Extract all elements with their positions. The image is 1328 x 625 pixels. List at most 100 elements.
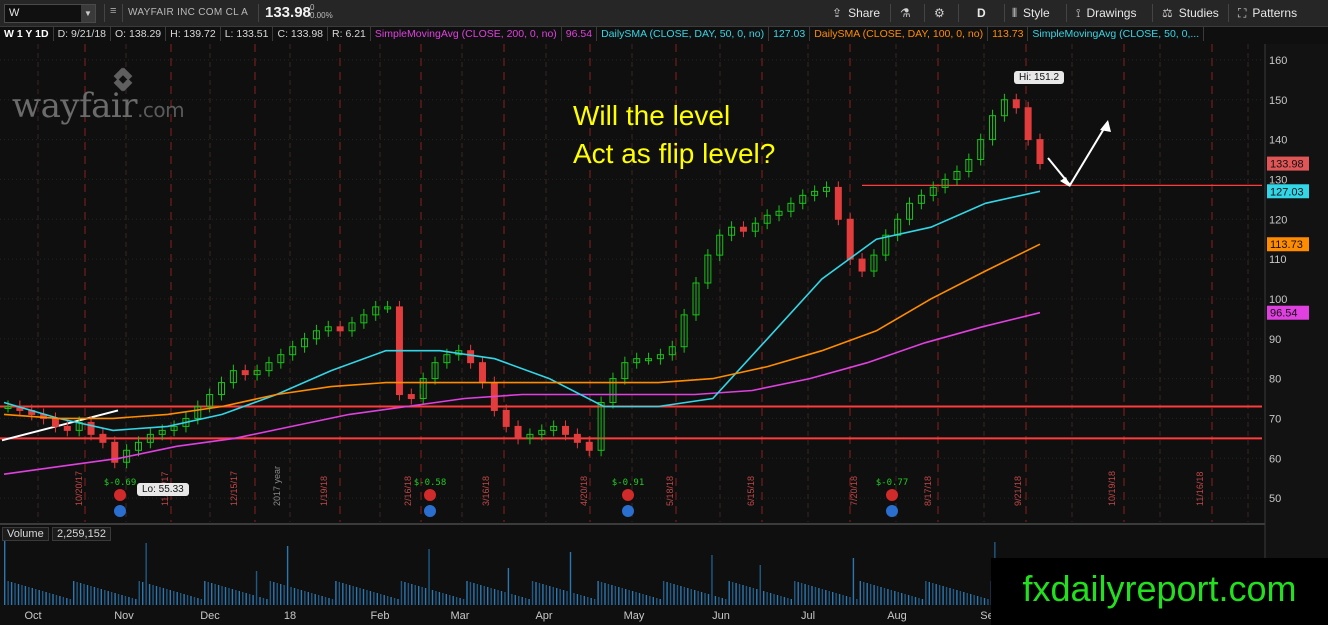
volume-bar-170 xyxy=(590,598,592,605)
x-tick-label-6: Apr xyxy=(535,610,552,622)
volume-bar-269 xyxy=(932,583,934,605)
style-button[interactable]: ⫴ Style xyxy=(1012,4,1050,22)
candle-body-39 xyxy=(467,350,475,364)
studies-button[interactable]: ⚖ Studies xyxy=(1162,4,1219,22)
volume-bar-64 xyxy=(224,587,227,605)
volume-bar-8 xyxy=(31,588,33,605)
volume-bar-200 xyxy=(694,590,696,605)
info-icon-2 xyxy=(622,505,634,517)
volume-bar-277 xyxy=(959,591,962,605)
candle-body-48 xyxy=(573,433,581,443)
info-icon-1 xyxy=(424,505,436,517)
volume-bar-74 xyxy=(259,597,261,605)
sma50b-label[interactable]: SimpleMovingAvg (CLOSE, 50, 0,... xyxy=(1028,27,1205,41)
volume-bar-91 xyxy=(317,595,320,605)
volume-bar-161 xyxy=(559,589,561,605)
volume-label[interactable]: Volume xyxy=(2,527,49,541)
volume-bar-202 xyxy=(700,592,703,605)
high-label-tag: Hi: 151.2 xyxy=(1014,71,1065,84)
volume-bar-176 xyxy=(611,585,613,605)
candle-body-20 xyxy=(241,370,249,376)
sma200-label[interactable]: SimpleMovingAvg (CLOSE, 200, 0, no) xyxy=(371,27,562,41)
symbol-value[interactable]: W xyxy=(9,7,19,19)
share-button[interactable]: ⇪ Share xyxy=(832,4,880,22)
date-label-5: 2/16/18 xyxy=(403,476,413,506)
volume-bar-150 xyxy=(521,597,523,605)
volume-bar-18 xyxy=(66,598,68,605)
volume-bar-270 xyxy=(935,584,937,605)
bars-icon[interactable]: ≡ xyxy=(110,5,116,17)
timeframe-button[interactable]: D xyxy=(977,4,986,22)
volume-bar-283 xyxy=(980,597,982,605)
candlestick-icon: ⫴ xyxy=(1012,6,1018,20)
volume-bar-62 xyxy=(217,585,220,605)
volume-bar-274 xyxy=(949,588,951,605)
price-chart[interactable]: 5060708090100110120130140150160Oct Nov Dec… xyxy=(0,0,1328,625)
volume-bar-121 xyxy=(421,587,423,605)
volume-bar-67 xyxy=(235,590,237,605)
volume-bar-34 xyxy=(121,595,123,605)
volume-bar-271 xyxy=(938,585,941,605)
x-tick-label-9: Jul xyxy=(801,610,815,622)
period-label[interactable]: W 1 Y 1D xyxy=(0,27,54,41)
volume-bar-4 xyxy=(17,584,20,605)
volume-value: 2,259,152 xyxy=(52,527,111,541)
y-tick-label-11: 160 xyxy=(1269,55,1287,67)
sma50-value: 127.03 xyxy=(769,27,811,41)
y-tick-label-1: 60 xyxy=(1269,453,1281,465)
candle-body-40 xyxy=(478,362,486,384)
sma100-label[interactable]: DailySMA (CLOSE, DAY, 100, 0, no) xyxy=(810,27,989,41)
drawings-label: Drawings xyxy=(1086,6,1137,20)
date-label-6: 3/16/18 xyxy=(481,476,491,506)
volume-bar-145 xyxy=(504,592,506,605)
volume-bar-222 xyxy=(769,593,772,605)
volume-bar-131 xyxy=(455,597,458,605)
volume-bar-223 xyxy=(773,594,775,605)
candle-body-49 xyxy=(585,441,593,451)
date-label-9: 6/15/18 xyxy=(746,476,756,506)
price-tag-2: 113.73 xyxy=(1270,239,1303,251)
studies-label: Studies xyxy=(1178,6,1219,20)
settings-button[interactable]: ⚙ xyxy=(934,4,951,22)
date-label: D: 9/21/18 xyxy=(54,27,112,41)
volume-bar-132 xyxy=(459,598,461,605)
volume-bar-119 xyxy=(414,585,416,605)
volume-bar-168 xyxy=(583,596,585,605)
volume-bar-41 xyxy=(145,543,147,605)
volume-bar-53 xyxy=(186,595,189,605)
volume-bar-101 xyxy=(352,586,354,605)
volume-bar-47 xyxy=(166,589,168,605)
logo-suffix: .com xyxy=(137,98,185,122)
volume-bar-2 xyxy=(10,582,13,605)
volume-bar-105 xyxy=(366,590,368,605)
drawings-button[interactable]: ⟟ Drawings xyxy=(1076,4,1136,22)
volume-bar-263 xyxy=(911,596,913,605)
wayfair-logo: wayfair.com xyxy=(12,86,185,126)
divider xyxy=(890,4,891,22)
volume-bar-112 xyxy=(390,597,392,605)
volume-bar-248 xyxy=(859,581,861,605)
volume-bar-199 xyxy=(690,589,692,605)
volume-bar-238 xyxy=(825,590,827,605)
candle-body-43 xyxy=(514,425,522,439)
volume-bar-127 xyxy=(442,593,444,605)
volume-bar-240 xyxy=(832,592,834,605)
volume-bar-85 xyxy=(297,589,299,605)
volume-bar-201 xyxy=(697,591,699,605)
volume-bar-154 xyxy=(535,582,537,605)
flask-button[interactable]: ⚗ xyxy=(900,4,917,22)
y-tick-label-7: 120 xyxy=(1269,214,1287,226)
candle-body-70 xyxy=(834,186,842,220)
chevron-down-icon[interactable]: ▼ xyxy=(81,5,95,22)
volume-bar-257 xyxy=(890,590,893,605)
sma50-label[interactable]: DailySMA (CLOSE, DAY, 50, 0, no) xyxy=(597,27,770,41)
dividend-label-1: $-0.58 xyxy=(414,478,447,488)
volume-bar-261 xyxy=(904,594,906,605)
volume-bar-72 xyxy=(252,595,254,605)
patterns-button[interactable]: ⛶ Patterns xyxy=(1238,4,1297,22)
volume-bar-141 xyxy=(490,588,492,605)
date-label-14: 11/16/18 xyxy=(1195,472,1205,506)
volume-bar-239 xyxy=(828,591,830,605)
symbol-selector[interactable]: W ▼ xyxy=(4,4,96,23)
candle-body-85 xyxy=(1012,99,1020,109)
